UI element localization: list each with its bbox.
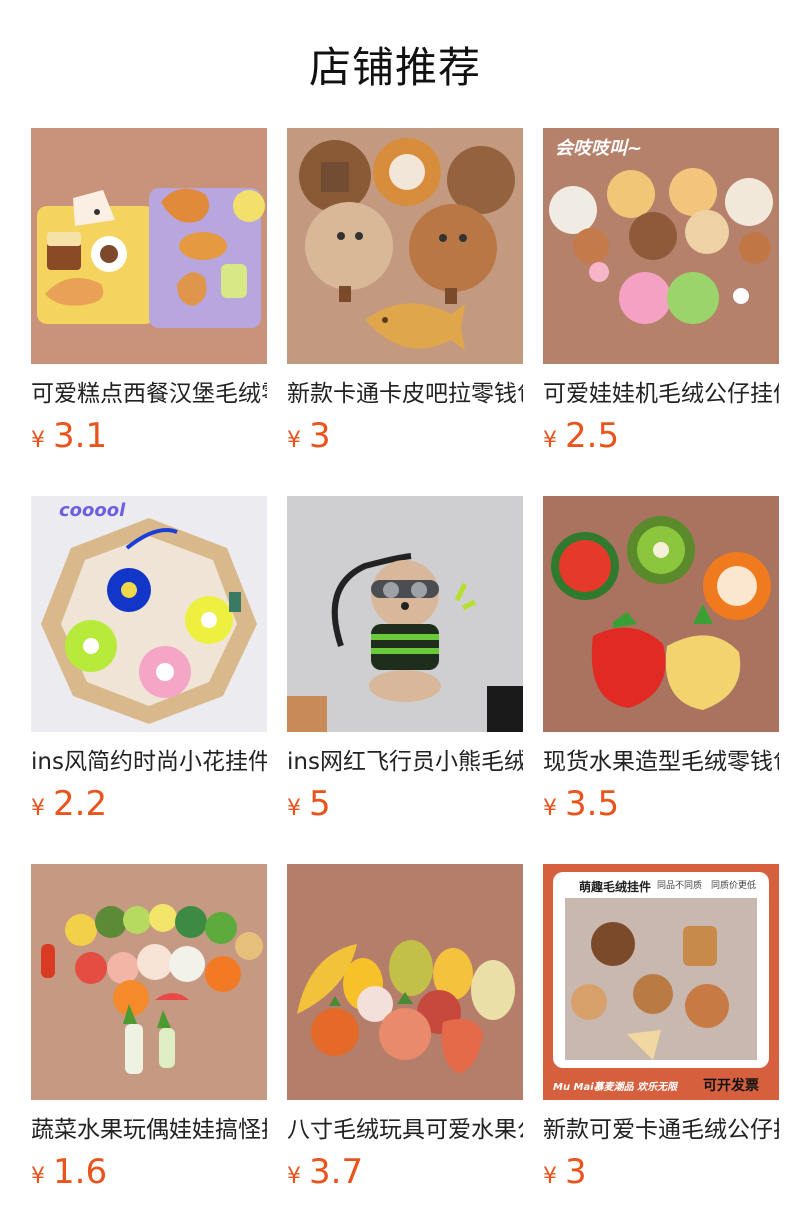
currency-symbol: ¥ xyxy=(31,796,45,821)
product-image[interactable] xyxy=(31,864,267,1100)
product-price: ¥ 3.1 xyxy=(31,416,107,458)
product-image[interactable] xyxy=(287,128,523,364)
product-price: ¥ 5 xyxy=(287,784,331,826)
price-value: 2.2 xyxy=(53,784,108,824)
product-name[interactable]: 蔬菜水果玩偶娃娃搞怪挂件 xyxy=(31,1114,267,1146)
currency-symbol: ¥ xyxy=(287,1164,301,1189)
product-price: ¥ 3 xyxy=(287,416,331,458)
price-value: 3.7 xyxy=(309,1152,364,1192)
product-image[interactable]: 萌趣毛绒挂件 同品不同质 同质价更低 Mu Mai慕麦潮品 欢乐无限 可开发票 xyxy=(543,864,779,1100)
product-image[interactable] xyxy=(287,496,523,732)
product-name[interactable]: 八寸毛绒玩具可爱水果公仔 xyxy=(287,1114,523,1146)
product-grid: 可爱糕点西餐汉堡毛绒零钱包 ¥ 3.1 xyxy=(31,128,779,1232)
product-name[interactable]: ins网红飞行员小熊毛绒挂件 xyxy=(287,746,523,778)
product-image[interactable] xyxy=(543,496,779,732)
section-title: 店铺推荐 xyxy=(308,43,481,92)
product-card[interactable]: 八寸毛绒玩具可爱水果公仔 ¥ 3.7 xyxy=(287,864,523,1232)
currency-symbol: ¥ xyxy=(287,796,301,821)
poster-tag: 同品不同质 xyxy=(657,881,703,891)
product-name[interactable]: 新款可爱卡通毛绒公仔挂件 xyxy=(543,1114,779,1146)
product-name[interactable]: 可爱娃娃机毛绒公仔挂件 xyxy=(543,378,779,410)
currency-symbol: ¥ xyxy=(31,1164,45,1189)
price-value: 3.1 xyxy=(53,416,108,456)
currency-symbol: ¥ xyxy=(543,1164,557,1189)
product-card[interactable]: 萌趣毛绒挂件 同品不同质 同质价更低 Mu Mai慕麦潮品 欢乐无限 可开发票 … xyxy=(543,864,779,1232)
product-name[interactable]: 现货水果造型毛绒零钱包 xyxy=(543,746,779,778)
currency-symbol: ¥ xyxy=(543,796,557,821)
product-card[interactable]: ins网红飞行员小熊毛绒挂件 ¥ 5 xyxy=(287,496,523,864)
product-image[interactable]: cooool xyxy=(31,496,267,732)
price-value: 1.6 xyxy=(53,1152,108,1192)
price-value: 3 xyxy=(565,1152,587,1192)
poster-tag: 同质价更低 xyxy=(711,881,757,891)
product-card[interactable]: 蔬菜水果玩偶娃娃搞怪挂件 ¥ 1.6 xyxy=(31,864,267,1232)
product-card[interactable]: 会吱吱叫~ 可爱娃娃机毛绒公仔挂件 ¥ 2.5 xyxy=(543,128,779,496)
recommend-page: 店铺推荐 可爱糕点西餐汉堡毛绒 ¥ 3.1 新款卡通卡皮吧拉零钱包 ¥ 3 会吱… xyxy=(0,0,790,1232)
poster-footer-left: Mu Mai慕麦潮品 欢乐无限 xyxy=(553,1082,678,1093)
product-card[interactable]: 可爱糕点西餐汉堡毛绒零钱包 ¥ 3.1 xyxy=(31,128,267,496)
price-value: 3.5 xyxy=(565,784,620,824)
image-overlay-text: cooool xyxy=(59,500,126,521)
product-card[interactable]: cooool ins风简约时尚小花挂件 ¥ 2.2 xyxy=(31,496,267,864)
product-image[interactable]: 会吱吱叫~ xyxy=(543,128,779,364)
product-image[interactable] xyxy=(31,128,267,364)
product-image[interactable] xyxy=(287,864,523,1100)
price-value: 5 xyxy=(309,784,331,824)
currency-symbol: ¥ xyxy=(543,428,557,453)
product-price: ¥ 2.2 xyxy=(31,784,107,826)
poster-title: 萌趣毛绒挂件 xyxy=(579,880,652,894)
product-price: ¥ 1.6 xyxy=(31,1152,107,1194)
product-price: ¥ 2.5 xyxy=(543,416,619,458)
product-price: ¥ 3 xyxy=(543,1152,587,1194)
product-name[interactable]: ins风简约时尚小花挂件 xyxy=(31,746,267,778)
price-value: 3 xyxy=(309,416,331,456)
price-value: 2.5 xyxy=(565,416,620,456)
currency-symbol: ¥ xyxy=(287,428,301,453)
image-overlay-text: 会吱吱叫~ xyxy=(555,138,643,159)
product-card[interactable]: 现货水果造型毛绒零钱包 ¥ 3.5 xyxy=(543,496,779,864)
product-price: ¥ 3.5 xyxy=(543,784,619,826)
poster-footer-right: 可开发票 xyxy=(703,1078,759,1094)
product-name[interactable]: 新款卡通卡皮吧拉零钱包 xyxy=(287,378,523,410)
product-name[interactable]: 可爱糕点西餐汉堡毛绒零钱包 xyxy=(31,378,267,410)
product-card[interactable]: 新款卡通卡皮吧拉零钱包 ¥ 3 xyxy=(287,128,523,496)
product-price: ¥ 3.7 xyxy=(287,1152,363,1194)
currency-symbol: ¥ xyxy=(31,428,45,453)
